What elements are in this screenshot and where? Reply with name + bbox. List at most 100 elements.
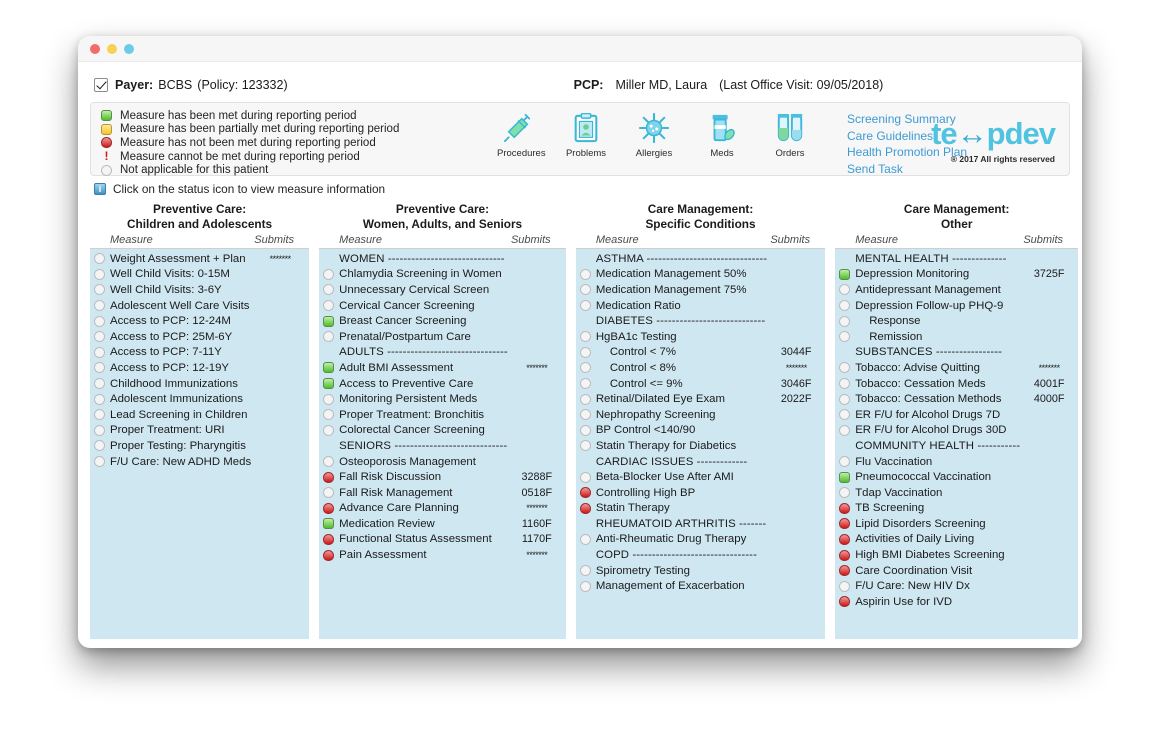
status-icon-cell[interactable] [94,347,110,358]
status-na-icon[interactable] [580,472,591,483]
status-na-icon[interactable] [94,409,105,420]
status-met-icon[interactable] [323,362,334,373]
status-notmet-icon[interactable] [839,503,850,514]
status-na-icon[interactable] [323,456,334,467]
status-icon-cell[interactable] [94,362,110,373]
status-icon-cell[interactable] [580,331,596,342]
status-na-icon[interactable] [839,284,850,295]
status-icon-cell[interactable] [94,440,110,451]
tool-problems-button[interactable]: Problems [565,109,607,159]
status-na-icon[interactable] [580,331,591,342]
status-na-icon[interactable] [839,362,850,373]
status-icon-cell[interactable] [323,269,339,280]
status-na-icon[interactable] [580,284,591,295]
status-na-icon[interactable] [323,331,334,342]
status-na-icon[interactable] [580,565,591,576]
status-na-icon[interactable] [94,284,105,295]
status-na-icon[interactable] [580,534,591,545]
status-met-icon[interactable] [323,316,334,327]
status-na-icon[interactable] [839,316,850,327]
status-icon-cell[interactable] [323,456,339,467]
status-na-icon[interactable] [323,425,334,436]
status-icon-cell[interactable] [580,409,596,420]
status-icon-cell[interactable] [323,518,339,529]
status-notmet-icon[interactable] [323,550,334,561]
close-icon[interactable] [90,44,100,54]
status-icon-cell[interactable] [323,284,339,295]
status-icon-cell[interactable] [323,472,339,483]
status-icon-cell[interactable] [580,300,596,311]
tool-allergies-button[interactable]: Allergies [633,109,675,159]
status-icon-cell[interactable] [323,503,339,514]
status-icon-cell[interactable] [94,456,110,467]
status-icon-cell[interactable] [839,284,855,295]
status-notmet-icon[interactable] [839,534,850,545]
status-icon-cell[interactable] [839,394,855,405]
status-met-icon[interactable] [323,378,334,389]
status-icon-cell[interactable] [839,565,855,576]
status-na-icon[interactable] [839,425,850,436]
status-icon-cell[interactable] [323,425,339,436]
status-icon-cell[interactable] [323,394,339,405]
status-notmet-icon[interactable] [323,534,334,545]
status-icon-cell[interactable] [94,253,110,264]
status-icon-cell[interactable] [323,487,339,498]
status-icon-cell[interactable] [580,347,596,358]
status-icon-cell[interactable] [839,300,855,311]
status-notmet-icon[interactable] [839,565,850,576]
status-na-icon[interactable] [839,300,850,311]
status-icon-cell[interactable] [580,534,596,545]
status-icon-cell[interactable] [580,425,596,436]
status-notmet-icon[interactable] [839,518,850,529]
minimize-icon[interactable] [107,44,117,54]
status-na-icon[interactable] [323,269,334,280]
status-icon-cell[interactable] [580,565,596,576]
status-na-icon[interactable] [580,378,591,389]
status-icon-cell[interactable] [580,440,596,451]
status-icon-cell[interactable] [839,425,855,436]
zoom-icon[interactable] [124,44,134,54]
status-icon-cell[interactable] [94,409,110,420]
status-notmet-icon[interactable] [839,596,850,607]
status-icon-cell[interactable] [580,394,596,405]
status-icon-cell[interactable] [323,378,339,389]
status-na-icon[interactable] [580,362,591,373]
status-na-icon[interactable] [323,284,334,295]
status-icon-cell[interactable] [323,409,339,420]
status-icon-cell[interactable] [839,472,855,483]
status-icon-cell[interactable] [580,472,596,483]
status-na-icon[interactable] [94,316,105,327]
status-icon-cell[interactable] [839,378,855,389]
tool-meds-button[interactable]: Meds [701,109,743,159]
status-na-icon[interactable] [580,440,591,451]
status-na-icon[interactable] [323,300,334,311]
status-na-icon[interactable] [839,487,850,498]
status-icon-cell[interactable] [839,331,855,342]
status-na-icon[interactable] [580,347,591,358]
status-na-icon[interactable] [580,581,591,592]
status-icon-cell[interactable] [580,378,596,389]
status-na-icon[interactable] [94,253,105,264]
status-icon-cell[interactable] [94,394,110,405]
status-met-icon[interactable] [323,518,334,529]
status-na-icon[interactable] [323,487,334,498]
status-na-icon[interactable] [580,300,591,311]
status-na-icon[interactable] [94,269,105,280]
status-icon-cell[interactable] [94,284,110,295]
status-na-icon[interactable] [580,269,591,280]
status-na-icon[interactable] [580,394,591,405]
status-icon-cell[interactable] [323,331,339,342]
status-icon-cell[interactable] [839,503,855,514]
status-notmet-icon[interactable] [580,503,591,514]
status-icon-cell[interactable] [580,581,596,592]
status-icon-cell[interactable] [580,284,596,295]
status-icon-cell[interactable] [94,269,110,280]
status-icon-cell[interactable] [839,409,855,420]
tool-orders-button[interactable]: Orders [769,109,811,159]
status-na-icon[interactable] [94,425,105,436]
status-na-icon[interactable] [839,394,850,405]
status-icon-cell[interactable] [839,518,855,529]
status-na-icon[interactable] [94,440,105,451]
status-icon-cell[interactable] [839,550,855,561]
status-icon-cell[interactable] [839,596,855,607]
